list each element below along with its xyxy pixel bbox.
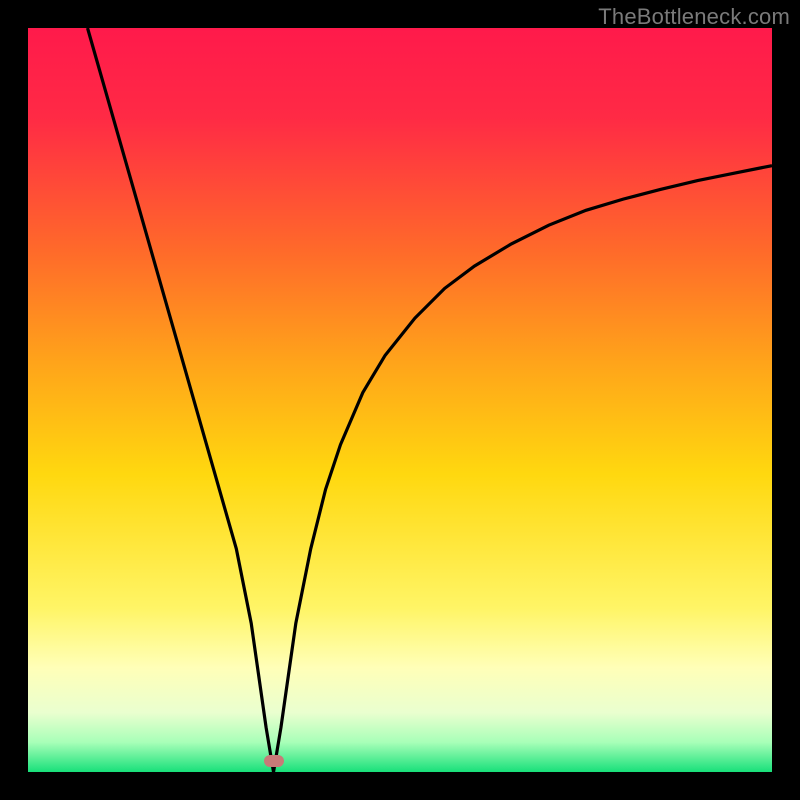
minimum-marker [264,755,284,767]
plot-area [28,28,772,772]
curve-path [88,28,772,772]
bottleneck-curve [28,28,772,772]
watermark-text: TheBottleneck.com [598,4,790,30]
chart-frame: TheBottleneck.com [0,0,800,800]
